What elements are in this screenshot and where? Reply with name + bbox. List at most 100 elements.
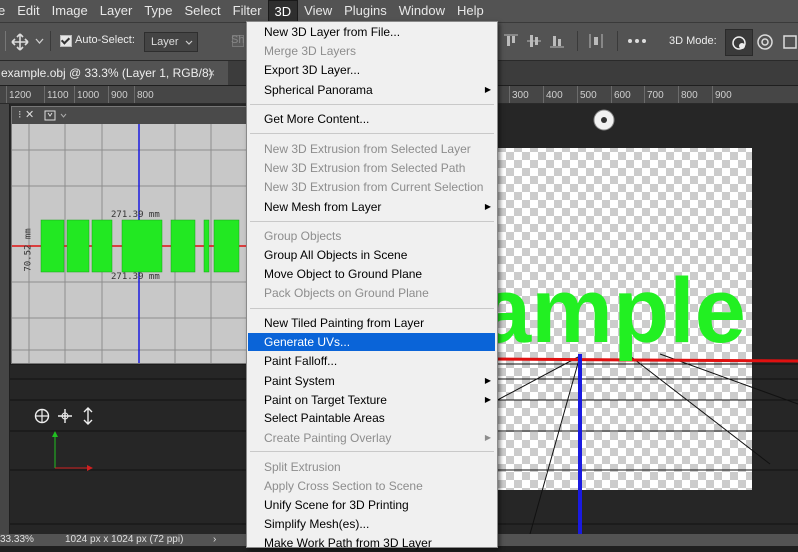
secondary-view-header: ⁝ ✕ <box>12 107 246 124</box>
autoselect-target-value: Layer <box>151 36 179 48</box>
menu-edit[interactable]: Edit <box>11 0 45 22</box>
ruler-tick <box>543 86 544 103</box>
menu-item-new-tiled-painting[interactable]: New Tiled Painting from Layer <box>247 314 497 332</box>
menu-3d[interactable]: 3D <box>267 0 299 23</box>
menu-window[interactable]: Window <box>393 0 451 22</box>
ruler-tick <box>712 86 713 103</box>
ruler-label: 400 <box>546 90 563 101</box>
menu-view[interactable]: View <box>298 0 338 22</box>
menu-type[interactable]: Type <box>138 0 178 22</box>
menu-item-move-object-to-ground[interactable]: Move Object to Ground Plane <box>247 265 497 283</box>
menu-item-make-work-path[interactable]: Make Work Path from 3D Layer <box>247 534 497 552</box>
menu-plugins[interactable]: Plugins <box>338 0 393 22</box>
divider <box>577 31 578 51</box>
ruler-label: 900 <box>715 90 732 101</box>
menu-item-extrusion-selected-path: New 3D Extrusion from Selected Path <box>264 161 466 175</box>
ruler-label: 1100 <box>47 90 69 101</box>
menu-item-spherical-panorama[interactable]: Spherical Panorama ▶ <box>247 81 497 99</box>
menu-help[interactable]: Help <box>451 0 490 22</box>
menu-item-extrusion-current-selection: New 3D Extrusion from Current Selection <box>264 180 484 194</box>
menu-item-paint-system[interactable]: Paint System ▶ <box>247 372 497 390</box>
divider <box>617 31 618 51</box>
ruler-label: 900 <box>111 90 128 101</box>
dimension-top: 271.39 mm <box>111 210 160 220</box>
ruler-tick <box>108 86 109 103</box>
ruler-label: 700 <box>647 90 664 101</box>
vertical-ruler[interactable] <box>0 104 9 534</box>
close-tab-icon[interactable]: × <box>208 61 215 85</box>
pan-camera-icon[interactable] <box>57 408 73 424</box>
ruler-label: 1000 <box>77 90 100 101</box>
chevron-down-icon <box>185 40 193 45</box>
menu-item-new-mesh-from-layer[interactable]: New Mesh from Layer ▶ <box>247 198 497 216</box>
menu-item-apply-cross-section: Apply Cross Section to Scene <box>264 479 423 493</box>
menu-item-pack-objects: Pack Objects on Ground Plane <box>264 286 429 300</box>
ruler-tick <box>577 86 578 103</box>
secondary-view-panel[interactable]: ⁝ ✕ 271.39 mm 271.39 mm 70.52 mm <box>11 106 247 364</box>
ruler-tick <box>611 86 612 103</box>
view-select-icon[interactable] <box>44 110 56 121</box>
menu-filter[interactable]: Filter <box>227 0 268 22</box>
move-tool-icon[interactable] <box>11 33 29 51</box>
menu-item-get-more-content[interactable]: Get More Content... <box>247 110 497 128</box>
submenu-arrow-icon: ▶ <box>484 202 491 211</box>
menu-file[interactable]: e <box>0 0 11 22</box>
menu-item-export-3d-layer[interactable]: Export 3D Layer... <box>247 61 497 79</box>
divider <box>5 31 6 51</box>
3d-menu-dropdown: New 3D Layer from File... Merge 3D Layer… <box>246 21 498 550</box>
autoselect-target-select[interactable]: Layer <box>144 32 198 52</box>
menu-separator <box>250 104 494 105</box>
ruler-tick <box>644 86 645 103</box>
document-tab[interactable]: example.obj @ 33.3% (Layer 1, RGB/8) × <box>0 61 228 85</box>
ruler-tick <box>44 86 45 103</box>
show-transform-label: Sh <box>231 34 245 46</box>
menu-item-paint-falloff[interactable]: Paint Falloff... <box>247 352 497 370</box>
orbit-icon <box>732 36 746 50</box>
align-top-icon[interactable] <box>503 33 519 49</box>
secondary-view-scene <box>12 124 246 363</box>
align-bottom-icon[interactable] <box>549 33 565 49</box>
panel-grip-icon[interactable]: ⁝ <box>18 108 22 121</box>
menu-item-generate-uvs[interactable]: Generate UVs... <box>248 333 495 351</box>
menu-item-simplify-meshes[interactable]: Simplify Mesh(es)... <box>247 515 497 533</box>
menu-item-merge-3d-layers: Merge 3D Layers <box>264 44 357 58</box>
menu-item-group-all-objects[interactable]: Group All Objects in Scene <box>247 246 497 264</box>
menu-item-paint-on-target-texture[interactable]: Paint on Target Texture ▶ <box>247 391 497 409</box>
autoselect-checkbox[interactable] <box>60 35 72 47</box>
zoom-level[interactable]: 33.33% <box>0 534 34 546</box>
more-options-icon[interactable] <box>628 39 646 43</box>
chevron-down-icon[interactable] <box>35 38 44 44</box>
rotate-camera-icon[interactable] <box>34 408 50 424</box>
align-vertical-center-icon[interactable] <box>526 33 542 49</box>
menu-bar: e Edit Image Layer Type Select Filter 3D… <box>0 0 798 23</box>
roll-3d-icon[interactable] <box>756 33 774 51</box>
chevron-down-icon[interactable] <box>60 113 67 118</box>
ruler-label: 800 <box>681 90 698 101</box>
submenu-arrow-icon: ▶ <box>484 376 491 385</box>
3d-mode-label: 3D Mode: <box>669 35 717 47</box>
close-panel-icon[interactable]: ✕ <box>25 108 34 121</box>
distribute-icon[interactable] <box>588 33 604 49</box>
menu-select[interactable]: Select <box>179 0 227 22</box>
menu-item-split-extrusion: Split Extrusion <box>264 460 341 474</box>
3d-text-model: ample <box>480 260 746 362</box>
zoom-camera-icon[interactable] <box>81 407 95 425</box>
menu-item-new-3d-layer-from-file[interactable]: New 3D Layer from File... <box>247 23 497 41</box>
orbit-3d-button[interactable] <box>725 29 753 56</box>
autoselect-label: Auto-Select: <box>75 34 135 46</box>
submenu-arrow-icon: ▶ <box>484 395 491 404</box>
menu-layer[interactable]: Layer <box>94 0 139 22</box>
menu-image[interactable]: Image <box>46 0 94 22</box>
menu-item-unify-scene-3d-printing[interactable]: Unify Scene for 3D Printing <box>247 496 497 514</box>
menu-item-group-objects: Group Objects <box>264 229 342 243</box>
menu-separator <box>250 451 494 452</box>
status-menu-arrow[interactable]: › <box>213 534 216 546</box>
ruler-tick <box>134 86 135 103</box>
menu-separator <box>250 308 494 309</box>
document-size: 1024 px x 1024 px (72 ppi) <box>65 534 184 545</box>
menu-item-select-paintable-areas[interactable]: Select Paintable Areas <box>247 409 497 427</box>
ruler-tick <box>6 86 7 103</box>
menu-separator <box>250 221 494 222</box>
ruler-tick <box>74 86 75 103</box>
drag-3d-icon[interactable] <box>782 33 798 51</box>
